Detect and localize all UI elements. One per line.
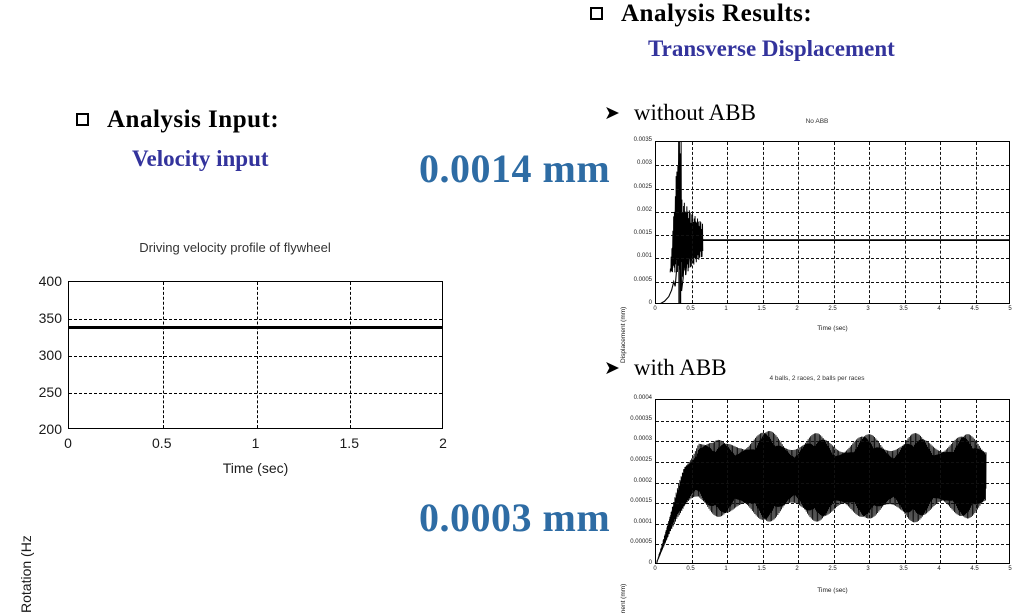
callout-with-abb-value: 0.0003 mm: [419, 495, 611, 540]
chart-displacement-with-abb: 4 balls, 2 races, 2 balls per races Disp…: [610, 375, 1024, 613]
chart-title-velocity: Driving velocity profile of flywheel: [139, 240, 331, 255]
plot-area-velocity: [68, 281, 443, 429]
x-axis-tick-label: 3.5: [899, 566, 908, 572]
x-axis-tick-label: 0.5: [686, 306, 695, 312]
y-axis-tick-label: 400: [38, 273, 62, 289]
y-axis-tick-label: 0.0002: [633, 477, 652, 484]
steady-state-line-no-abb: [698, 239, 1009, 241]
y-axis-tick-label: 0.0001: [633, 518, 652, 525]
x-axis-title-velocity: Time (sec): [222, 460, 289, 476]
x-axis-tick-label: 3: [866, 566, 870, 572]
y-axis-tick-label: 0.00005: [630, 539, 652, 546]
y-axis-tick-label: 0.0015: [633, 230, 652, 237]
data-trace-no-abb: [660, 142, 1009, 303]
x-axis-tick-label: 5: [1008, 306, 1012, 312]
x-axis-tick-label: 0: [653, 306, 657, 312]
slide-canvas: Analysis Input: Velocity input Analysis …: [0, 0, 1024, 613]
hollow-square-bullet-icon: [590, 7, 606, 23]
y-axis-tick-label: 250: [38, 384, 62, 400]
y-axis-title-velocity: Rotation (Hz: [18, 535, 34, 613]
y-axis-tick-label: 0.0003: [633, 436, 652, 443]
x-axis-tick-label: 4: [937, 566, 941, 572]
x-axis-tick-label: 3: [866, 306, 870, 312]
x-axis-title-no-abb: Time (sec): [817, 325, 848, 332]
x-axis-tick-label: 2.5: [828, 566, 837, 572]
y-axis-title-no-abb: Displacement (mm): [620, 306, 627, 363]
y-axis-tick-label: 0.001: [636, 253, 652, 260]
gridline-vertical: [162, 282, 164, 428]
gridline-vertical: [350, 282, 352, 428]
analysis-results-heading: Analysis Results:: [590, 0, 812, 28]
x-axis-tick-label: 1.5: [339, 435, 359, 451]
chart-title-with-abb: 4 balls, 2 races, 2 balls per races: [769, 375, 865, 382]
gridline-vertical: [256, 282, 258, 428]
y-axis-title-with-abb: Displacement (mm): [620, 583, 627, 613]
gridline-horizontal: [69, 356, 442, 357]
data-trace-with-abb: [656, 431, 987, 563]
x-axis-tick-label: 1: [251, 435, 260, 451]
x-axis-tick-label: 1.5: [757, 566, 766, 572]
y-axis-tick-label: 0.00025: [630, 456, 652, 463]
hollow-square-bullet-icon: [76, 113, 92, 129]
x-axis-tick-label: 5: [1008, 566, 1012, 572]
y-axis-tick-label: 0.0005: [633, 276, 652, 283]
x-axis-tick-label: 0.5: [686, 566, 695, 572]
x-axis-tick-label: 1: [724, 566, 728, 572]
x-axis-tick-label: 0: [64, 435, 72, 451]
chart-title-no-abb: No ABB: [805, 118, 829, 125]
x-axis-tick-label: 0: [653, 566, 657, 572]
x-axis-tick-label: 2: [795, 566, 799, 572]
x-axis-tick-label: 2: [439, 435, 447, 451]
y-axis-tick-label: 0.002: [636, 206, 652, 213]
x-axis-tick-label: 2.5: [828, 306, 837, 312]
plot-area-with-abb: [655, 399, 1010, 564]
y-axis-tick-label: 0.00035: [630, 415, 652, 422]
analysis-input-heading: Analysis Input:: [76, 106, 279, 134]
y-axis-tick-label: 0.0004: [633, 395, 652, 401]
y-axis-tick-label: 0.0025: [633, 183, 652, 190]
x-axis-title-with-abb: Time (sec): [817, 587, 848, 594]
y-axis-tick-label: 0.003: [636, 160, 652, 167]
y-axis-tick-label: 0.00015: [630, 498, 652, 505]
x-axis-tick-label: 2: [795, 306, 799, 312]
x-axis-tick-label: 4: [937, 306, 941, 312]
velocity-constant-line: [69, 326, 442, 330]
y-axis-tick-label: 300: [38, 347, 62, 363]
chart-driving-velocity-profile: Driving velocity profile of flywheel Rot…: [0, 235, 470, 613]
x-axis-tick-label: 1.5: [757, 306, 766, 312]
gridline-horizontal: [69, 319, 442, 320]
x-axis-tick-label: 1: [724, 306, 728, 312]
transverse-displacement-subheading: Transverse Displacement: [648, 36, 895, 61]
analysis-results-heading-text: Analysis Results:: [621, 0, 813, 27]
x-axis-tick-label: 0.5: [152, 435, 172, 451]
x-axis-tick-label: 3.5: [899, 306, 908, 312]
gridline-horizontal: [69, 393, 442, 394]
callout-without-abb-value: 0.0014 mm: [419, 146, 611, 191]
y-axis-tick-label: 0.0035: [633, 137, 652, 143]
plot-area-no-abb: [655, 141, 1010, 304]
velocity-input-subheading: Velocity input: [132, 146, 269, 171]
chart-displacement-no-abb: No ABB Displacement (mm) Time (sec) 0 0.0…: [610, 118, 1024, 363]
x-axis-tick-label: 4.5: [970, 566, 979, 572]
analysis-input-heading-text: Analysis Input:: [107, 106, 280, 133]
y-axis-tick-label: 350: [38, 310, 62, 326]
x-axis-tick-label: 4.5: [970, 306, 979, 312]
